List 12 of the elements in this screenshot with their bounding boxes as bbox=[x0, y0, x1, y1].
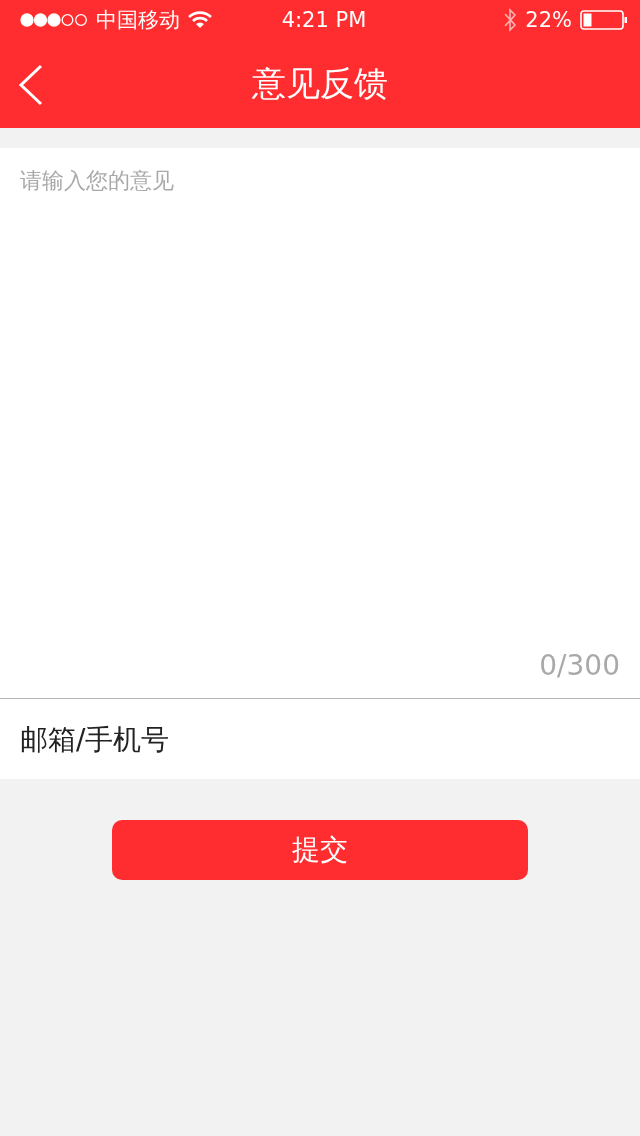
signal-icon bbox=[20, 13, 88, 27]
wifi-icon bbox=[188, 11, 212, 29]
submit-button[interactable]: 提交 bbox=[112, 820, 528, 880]
character-counter: 0/300 bbox=[539, 649, 620, 682]
bluetooth-icon bbox=[503, 7, 518, 33]
battery-icon bbox=[580, 10, 628, 30]
contact-input-field[interactable]: 邮箱/手机号 bbox=[0, 699, 640, 779]
carrier-name: 中国移动 bbox=[96, 7, 180, 34]
status-time: 4:21 PM bbox=[281, 8, 367, 32]
battery-percent: 22% bbox=[525, 8, 572, 32]
back-button[interactable] bbox=[18, 64, 44, 106]
page-title: 意见反馈 bbox=[252, 62, 388, 105]
